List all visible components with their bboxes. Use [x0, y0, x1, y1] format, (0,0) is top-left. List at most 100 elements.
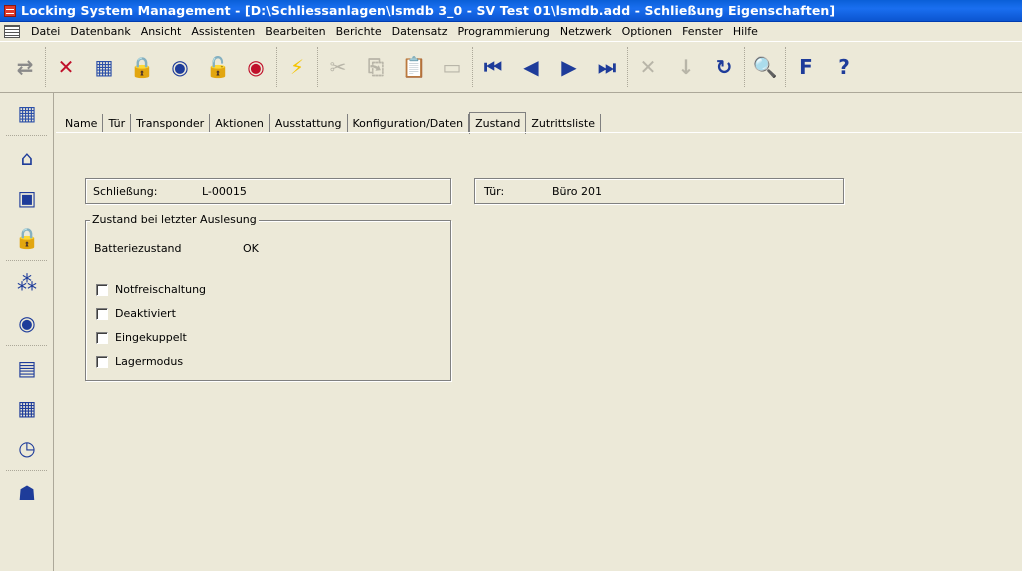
function-settings-button[interactable]: F [787, 46, 825, 88]
tab-name[interactable]: Name [60, 114, 104, 133]
first-record-button[interactable]: ⏮ [474, 46, 512, 88]
calendar-icon: ▦ [17, 396, 37, 420]
checkbox-lagermodus[interactable]: Lagermodus [96, 355, 183, 368]
menu-bearbeiten[interactable]: Bearbeiten [260, 25, 330, 38]
toolbar-separator [276, 47, 277, 87]
lock-info-box: Schließung: L-00015 [85, 178, 451, 204]
copy-button[interactable]: ⎘ [357, 46, 395, 88]
cut-icon: ✂ [329, 55, 347, 79]
sidebar-door-button[interactable]: ▣ [0, 178, 54, 218]
toolbar-separator [627, 47, 628, 87]
tab-zutrittsliste[interactable]: Zutrittsliste [526, 114, 601, 133]
new-lock-button[interactable]: 🔒 [123, 46, 161, 88]
tab-zustand[interactable]: Zustand [469, 112, 527, 134]
status-group-legend: Zustand bei letzter Auslesung [90, 213, 259, 226]
refresh-button[interactable]: ↻ [705, 46, 743, 88]
sidebar-calendar-button[interactable]: ▦ [0, 388, 54, 428]
first-record-icon: ⏮ [484, 55, 502, 79]
lightning-button[interactable]: ⚡ [278, 46, 316, 88]
menu-hilfe[interactable]: Hilfe [728, 25, 763, 38]
lightning-icon: ⚡ [289, 55, 305, 79]
new-transponder-button[interactable]: ◉ [161, 46, 199, 88]
new-transponder-icon: ◉ [171, 55, 189, 79]
menu-berichte[interactable]: Berichte [331, 25, 387, 38]
next-record-icon: ▶ [561, 55, 577, 79]
checkbox-label: Lagermodus [115, 355, 184, 368]
paste-button[interactable]: 📋 [395, 46, 433, 88]
toolbar-separator [45, 47, 46, 87]
sidebar-separator [6, 470, 47, 471]
tab-konfiguration-daten[interactable]: Konfiguration/Daten [347, 114, 470, 133]
checkbox-box[interactable] [96, 283, 108, 296]
sidebar-transponder-button[interactable]: ◉ [0, 303, 54, 343]
app-icon[interactable] [4, 4, 16, 17]
menu-datenbank[interactable]: Datenbank [65, 25, 135, 38]
sidebar-lock-button[interactable]: 🔒 [0, 218, 54, 258]
cut-button[interactable]: ✂ [319, 46, 357, 88]
menu-fenster[interactable]: Fenster [677, 25, 728, 38]
document-window-icon[interactable] [4, 25, 20, 38]
search-button[interactable]: 🔍 [746, 46, 784, 88]
lock-icon: 🔒 [14, 226, 40, 250]
cross-lock-button[interactable]: ✕ [47, 46, 85, 88]
checkbox-deaktiviert[interactable]: Deaktiviert [96, 307, 176, 320]
sidebar-transponder-group-button[interactable]: ⁂ [0, 263, 54, 303]
refresh-icon: ↻ [715, 55, 733, 79]
tab-aktionen[interactable]: Aktionen [210, 114, 270, 133]
save-button[interactable]: ▭ [433, 46, 471, 88]
redo-arrow-button[interactable]: ⇄ [6, 46, 44, 88]
delete-record-button[interactable]: ✕ [629, 46, 667, 88]
help-icon: ? [838, 55, 850, 79]
last-record-icon: ⏭ [598, 55, 616, 79]
apply-record-button[interactable]: ↓ [667, 46, 705, 88]
search-icon: 🔍 [752, 55, 778, 79]
menu-ansicht[interactable]: Ansicht [136, 25, 187, 38]
menu-programmierung[interactable]: Programmierung [452, 25, 554, 38]
tab-tuer[interactable]: Tür [103, 114, 132, 133]
function-settings-icon: F [799, 55, 813, 79]
sidebar-time-table-button[interactable]: ▤ [0, 348, 54, 388]
toolbar-separator [472, 47, 473, 87]
grid-view-icon: ▦ [17, 101, 37, 125]
door-icon: ▣ [17, 186, 37, 210]
door-value: Büro 201 [552, 185, 603, 198]
transponder-question-button[interactable]: ◉ [237, 46, 275, 88]
checkbox-notfreischaltung[interactable]: Notfreischaltung [96, 283, 206, 296]
toolbar-separator [744, 47, 745, 87]
tab-ausstattung[interactable]: Ausstattung [269, 114, 348, 133]
person-icon: ☗ [18, 481, 36, 505]
battery-label: Batteriezustand [94, 242, 182, 255]
transponder-group-icon: ⁂ [17, 271, 37, 295]
tab-transponder[interactable]: Transponder [131, 114, 211, 133]
checkbox-box[interactable] [96, 307, 108, 320]
sidebar-grid-view-button[interactable]: ▦ [0, 93, 54, 133]
lock-question-button[interactable]: 🔓 [199, 46, 237, 88]
title-bar[interactable]: Locking System Management - [D:\Schliess… [0, 0, 1022, 22]
redo-arrow-icon: ⇄ [16, 55, 34, 79]
sidebar-person-button[interactable]: ☗ [0, 473, 54, 513]
checkbox-box[interactable] [96, 355, 108, 368]
sidebar-time-zone-button[interactable]: ◷ [0, 428, 54, 468]
door-info-box: Tür: Büro 201 [474, 178, 844, 204]
window-title: Locking System Management - [D:\Schliess… [21, 3, 836, 18]
new-area-button[interactable]: ▦ [85, 46, 123, 88]
menu-bar: Datei Datenbank Ansicht Assistenten Bear… [0, 22, 1022, 41]
last-record-button[interactable]: ⏭ [588, 46, 626, 88]
menu-optionen[interactable]: Optionen [617, 25, 677, 38]
menu-assistenten[interactable]: Assistenten [186, 25, 260, 38]
apply-record-icon: ↓ [677, 55, 695, 79]
menu-netzwerk[interactable]: Netzwerk [555, 25, 617, 38]
toolbar-separator [317, 47, 318, 87]
checkbox-eingekuppelt[interactable]: Eingekuppelt [96, 331, 187, 344]
menu-datensatz[interactable]: Datensatz [387, 25, 453, 38]
help-button[interactable]: ? [825, 46, 863, 88]
prev-record-button[interactable]: ◀ [512, 46, 550, 88]
lock-label: Schließung: [93, 185, 158, 198]
properties-panel: Name Tür Transponder Aktionen Ausstattun… [56, 106, 1022, 571]
checkbox-box[interactable] [96, 331, 108, 344]
status-group: Zustand bei letzter Auslesung Batteriezu… [85, 213, 451, 381]
menu-datei[interactable]: Datei [26, 25, 65, 38]
next-record-button[interactable]: ▶ [550, 46, 588, 88]
sidebar-building-button[interactable]: ⌂ [0, 138, 54, 178]
checkbox-label: Notfreischaltung [115, 283, 207, 296]
